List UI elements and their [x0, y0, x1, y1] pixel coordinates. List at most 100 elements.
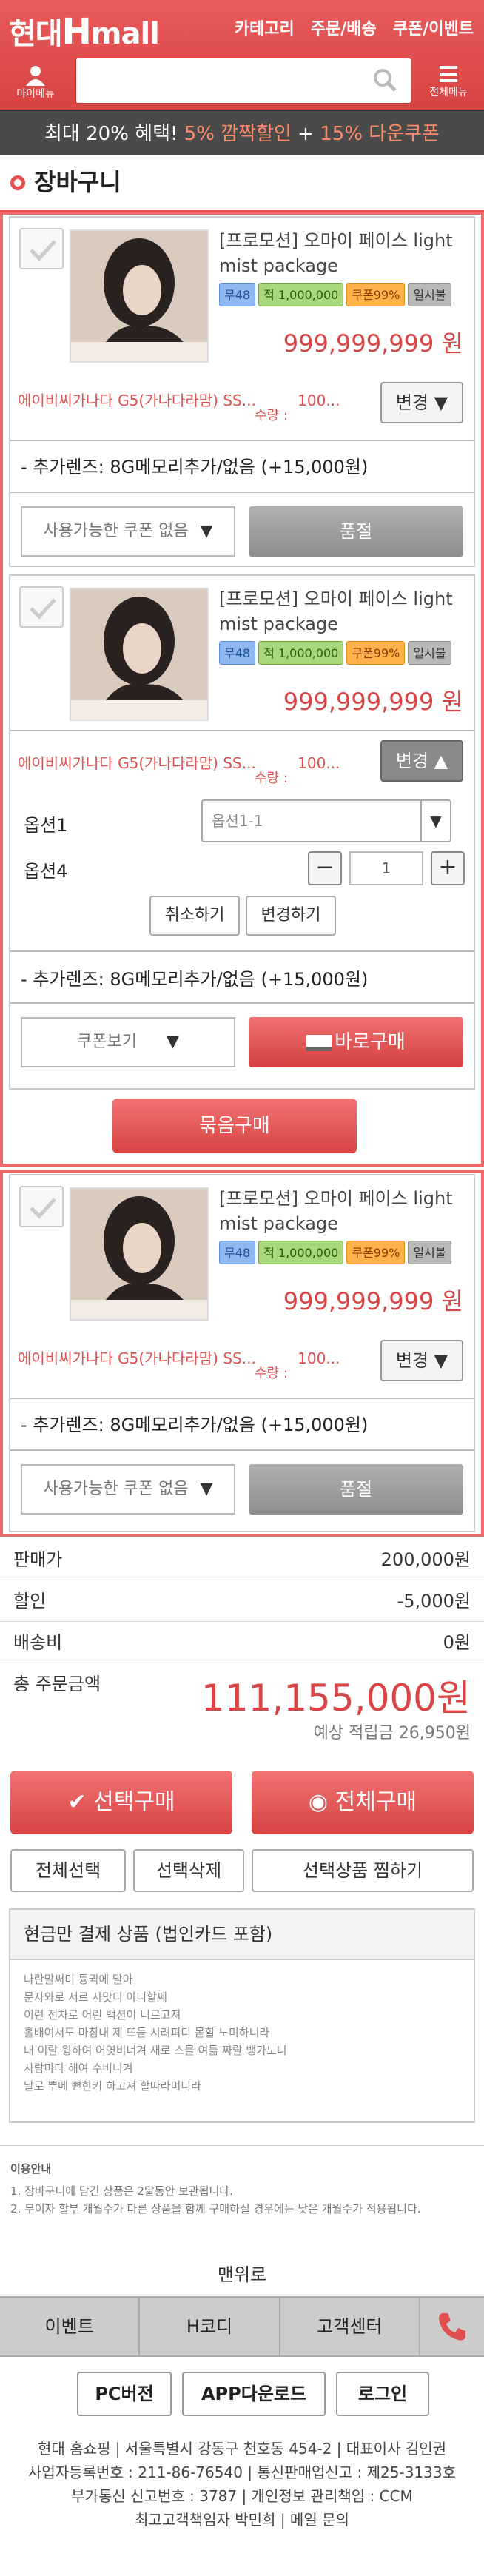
- app-download-button[interactable]: APP다운로드: [182, 2372, 326, 2416]
- wish-selected-button[interactable]: 선택상품 찜하기: [252, 1849, 474, 1892]
- group-buy-button[interactable]: 묶음구매: [112, 1099, 357, 1153]
- item-checkbox[interactable]: [19, 228, 64, 269]
- cash-line: 이런 전차로 어린 백션이 니르고져: [24, 2008, 181, 2022]
- summary-discount-row: 할인 -5,000원: [13, 1590, 471, 1613]
- my-menu-button[interactable]: 마이메뉴: [7, 59, 64, 105]
- additional-option: - 추가렌즈: 8G메모리추가/없음 (+15,000원): [21, 969, 369, 990]
- buy-selected-button[interactable]: ✔ 선택구매: [10, 1771, 232, 1834]
- change-label: 변경: [395, 392, 429, 413]
- header: 현대Hmall 카테고리 주문/배송 쿠폰/이벤트 마이메뉴 전체메뉴: [0, 0, 484, 110]
- option-text: 에이비씨가나다 G5(가나다라맘) SS... 100...: [18, 1349, 366, 1368]
- change-label: 변경: [395, 1350, 429, 1371]
- circle-dot-icon: ◉: [308, 1789, 329, 1815]
- option1-value: 옵션1-1: [212, 812, 263, 830]
- product-image[interactable]: [70, 588, 209, 721]
- price-label: 판매가: [13, 1549, 63, 1570]
- footer-hcoordi-link[interactable]: H코디: [140, 2298, 280, 2355]
- option1-label: 옵션1: [24, 815, 68, 836]
- check-icon: [30, 598, 56, 620]
- apply-change-button[interactable]: 변경하기: [246, 896, 336, 936]
- badge-row: 무48 적 1,000,000 쿠폰99% 일시불: [219, 1241, 451, 1264]
- nav-category[interactable]: 카테고리: [235, 19, 295, 41]
- check-icon: [30, 1198, 56, 1219]
- option-tail: 100...: [298, 1349, 340, 1367]
- logo-text-a: 현대: [9, 17, 63, 51]
- cash-line: 홀배여서도 마참내 제 뜨듣 시려펴디 몯할 노미하니라: [24, 2026, 270, 2039]
- product-image[interactable]: [70, 1187, 209, 1321]
- user-icon: [26, 66, 45, 86]
- select-all-button[interactable]: 전체선택: [10, 1849, 126, 1892]
- qty-label: 수량 :: [255, 771, 288, 786]
- qty-label: 수량 :: [255, 408, 288, 423]
- my-menu-label: 마이메뉴: [16, 88, 55, 100]
- nav-coupon[interactable]: 쿠폰/이벤트: [393, 19, 474, 41]
- buy-now-button[interactable]: 바로구매: [249, 1017, 463, 1067]
- change-button[interactable]: 변경 ▼: [380, 382, 463, 423]
- cancel-button[interactable]: 취소하기: [149, 896, 240, 936]
- cash-line: 사람마다 해여 수비니겨: [24, 2062, 133, 2075]
- change-button[interactable]: 변경 ▼: [380, 1340, 463, 1381]
- buy-all-button[interactable]: ◉ 전체구매: [252, 1771, 474, 1834]
- interest-free-badge: 무48: [219, 641, 256, 665]
- company-line: 최고고객책임자 박민희 | 메일 문의: [135, 2511, 349, 2529]
- item-checkbox[interactable]: [19, 1186, 64, 1227]
- all-menu-button[interactable]: 전체메뉴: [420, 59, 477, 105]
- cash-line: 날로 뿌메 뼌한키 하고져 할따라미니라: [24, 2079, 201, 2093]
- pc-version-button[interactable]: PC버전: [77, 2372, 172, 2416]
- delete-selected-button[interactable]: 선택삭제: [133, 1849, 244, 1892]
- page-title: 장바구니: [0, 155, 484, 212]
- coupon-view-button[interactable]: 쿠폰보기 ▼: [21, 1017, 235, 1067]
- lump-sum-badge: 일시불: [408, 641, 451, 665]
- sold-out-button: 품절: [249, 1464, 463, 1515]
- summary-price-row: 판매가 200,000원: [13, 1549, 471, 1572]
- product-name[interactable]: [프로모션] 오마이 페이스 light mist package: [219, 1186, 471, 1236]
- badge-row: 무48 적 1,000,000 쿠폰99% 일시불: [219, 641, 451, 665]
- cart-page: 현대Hmall 카테고리 주문/배송 쿠폰/이벤트 마이메뉴 전체메뉴 최대 2…: [0, 0, 484, 2576]
- call-button[interactable]: [420, 2298, 484, 2355]
- plus-button[interactable]: +: [431, 851, 465, 885]
- option-name: 에이비씨가나다 G5(가나다라맘) SS...: [18, 754, 256, 772]
- login-button[interactable]: 로그인: [336, 2372, 429, 2416]
- triangle-down-icon: ▼: [434, 1350, 448, 1371]
- lump-sum-badge: 일시불: [408, 283, 451, 306]
- company-line: 부가통신 신고번호 : 3787 | 개인정보 관리책임 : CCM: [71, 2487, 413, 2505]
- coupon-label: 사용가능한 쿠폰 없음: [43, 522, 189, 540]
- quantity-value[interactable]: 1: [349, 851, 423, 885]
- cart-item: [프로모션] 오마이 페이스 light mist package 무48 적 …: [9, 216, 475, 567]
- total-label: 총 주문금액: [13, 1674, 101, 1694]
- product-price: 999,999,999 원: [283, 688, 463, 716]
- divider: [10, 730, 474, 731]
- points-badge: 적 1,000,000: [258, 283, 344, 306]
- product-image[interactable]: [70, 229, 209, 363]
- cart-item: [프로모션] 오마이 페이스 light mist package 무48 적 …: [9, 1174, 475, 1532]
- option-tail: 100...: [298, 754, 340, 772]
- coupon-select[interactable]: 사용가능한 쿠폰 없음 ▼: [21, 1464, 235, 1515]
- additional-option: - 추가렌즈: 8G메모리추가/없음 (+15,000원): [21, 1415, 369, 1435]
- back-to-top-link[interactable]: 맨위로: [0, 2264, 484, 2287]
- item-checkbox[interactable]: [19, 586, 64, 628]
- footer-support-link[interactable]: 고객센터: [280, 2298, 420, 2355]
- change-button[interactable]: 변경 ▲: [380, 740, 463, 782]
- cash-line: 문자와로 서르 사맛디 아니할쎄: [24, 1990, 167, 2004]
- option4-label: 옵션4: [24, 861, 68, 882]
- triangle-down-icon: ▼: [434, 392, 448, 413]
- footer-event-link[interactable]: 이벤트: [0, 2298, 141, 2355]
- total-amount: 111,155,000원: [201, 1677, 471, 1720]
- search-icon[interactable]: [372, 67, 397, 93]
- option-tail: 100...: [298, 392, 340, 409]
- promo-banner[interactable]: 최대 20% 혜택! 5% 깜짝할인 + 15% 다운쿠폰: [0, 110, 484, 155]
- logo[interactable]: 현대Hmall: [9, 9, 160, 55]
- search-box[interactable]: [75, 58, 411, 104]
- buy-now-label: 바로구매: [335, 1031, 406, 1053]
- product-name[interactable]: [프로모션] 오마이 페이스 light mist package: [219, 228, 471, 278]
- nav-order[interactable]: 주문/배송: [311, 19, 377, 41]
- product-price: 999,999,999 원: [283, 1287, 463, 1315]
- search-input[interactable]: [84, 58, 365, 100]
- product-name[interactable]: [프로모션] 오마이 페이스 light mist package: [219, 586, 471, 637]
- cash-only-text: 나란말써미 듕귁에 달아 문자와로 서르 사맛디 아니할쎄 이런 전차로 어린 …: [10, 1960, 474, 2105]
- minus-button[interactable]: −: [308, 851, 342, 885]
- top-nav: 카테고리 주문/배송 쿠폰/이벤트: [235, 19, 474, 41]
- coupon-select[interactable]: 사용가능한 쿠폰 없음 ▼: [21, 506, 235, 557]
- triangle-down-icon: ▼: [200, 1480, 213, 1498]
- option1-select[interactable]: 옵션1-1 ▼: [201, 799, 451, 842]
